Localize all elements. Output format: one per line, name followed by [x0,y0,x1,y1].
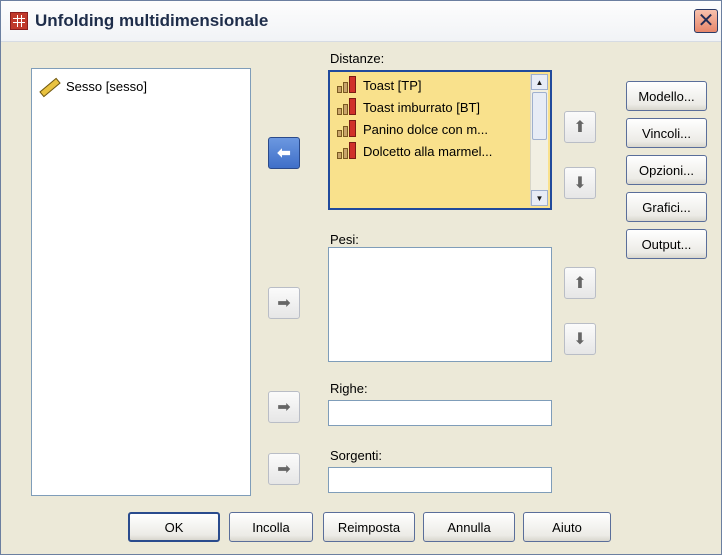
sources-field[interactable] [328,467,552,493]
ordinal-measure-icon [336,98,358,116]
sources-label: Sorgenti: [330,448,383,463]
move-right-rows-button[interactable]: ➡ [268,391,300,423]
constraints-button[interactable]: Vincoli... [626,118,707,148]
move-down-weights-button[interactable]: ⬇ [564,323,596,355]
dialog-body: Sesso [sesso] Distanze: Toast [TP] Toast… [1,42,721,554]
move-down-distances-button[interactable]: ⬇ [564,167,596,199]
title-bar: Unfolding multidimensionale ✕ [1,1,721,42]
ordinal-measure-icon [336,76,358,94]
move-right-sources-button[interactable]: ➡ [268,453,300,485]
arrow-up-icon: ⬆ [573,119,587,136]
scroll-down-button[interactable]: ▼ [531,190,548,206]
options-button[interactable]: Opzioni... [626,155,707,185]
cancel-button[interactable]: Annulla [423,512,515,542]
ordinal-measure-icon [336,142,358,160]
plots-button[interactable]: Grafici... [626,192,707,222]
dialog-window: Unfolding multidimensionale ✕ Sesso [ses… [0,0,722,555]
rows-field[interactable] [328,400,552,426]
weights-list[interactable] [328,247,552,362]
move-right-weights-button[interactable]: ➡ [268,287,300,319]
list-item[interactable]: Toast imburrato [BT] [336,96,480,118]
output-button[interactable]: Output... [626,229,707,259]
arrow-down-icon: ⬇ [573,331,587,348]
app-table-icon [10,12,28,30]
ordinal-measure-icon [336,120,358,138]
arrow-left-icon: ⬅ [277,145,291,162]
list-item-sesso[interactable]: Sesso [sesso] [38,75,147,97]
arrow-right-icon: ➡ [277,461,291,478]
model-button[interactable]: Modello... [626,81,707,111]
list-item[interactable]: Toast [TP] [336,74,422,96]
close-button[interactable]: ✕ [694,9,718,33]
ok-button[interactable]: OK [128,512,220,542]
list-item[interactable]: Panino dolce con m... [336,118,488,140]
source-variable-list[interactable]: Sesso [sesso] [31,68,251,496]
move-up-distances-button[interactable]: ⬆ [564,111,596,143]
rows-label: Righe: [330,381,368,396]
close-icon: ✕ [697,10,715,32]
distances-label: Distanze: [330,51,385,66]
arrow-up-icon: ⬆ [573,275,587,292]
scroll-up-button[interactable]: ▲ [531,74,548,90]
arrow-right-icon: ➡ [277,399,291,416]
arrow-right-icon: ➡ [277,295,291,312]
arrow-down-icon: ⬇ [573,175,587,192]
help-button[interactable]: Aiuto [523,512,611,542]
ruler-icon [38,77,58,95]
move-up-weights-button[interactable]: ⬆ [564,267,596,299]
scroll-thumb[interactable] [532,92,547,140]
distances-scrollbar[interactable]: ▲ ▼ [530,74,548,206]
distances-list[interactable]: Toast [TP] Toast imburrato [BT] Panino d… [328,70,552,210]
reset-button[interactable]: Reimposta [323,512,415,542]
list-item[interactable]: Dolcetto alla marmel... [336,140,492,162]
weights-label: Pesi: [330,232,359,247]
list-item-label: Sesso [sesso] [66,78,147,94]
paste-button[interactable]: Incolla [229,512,313,542]
move-left-arrow-button[interactable]: ⬅ [268,137,300,169]
window-title: Unfolding multidimensionale [35,11,269,30]
